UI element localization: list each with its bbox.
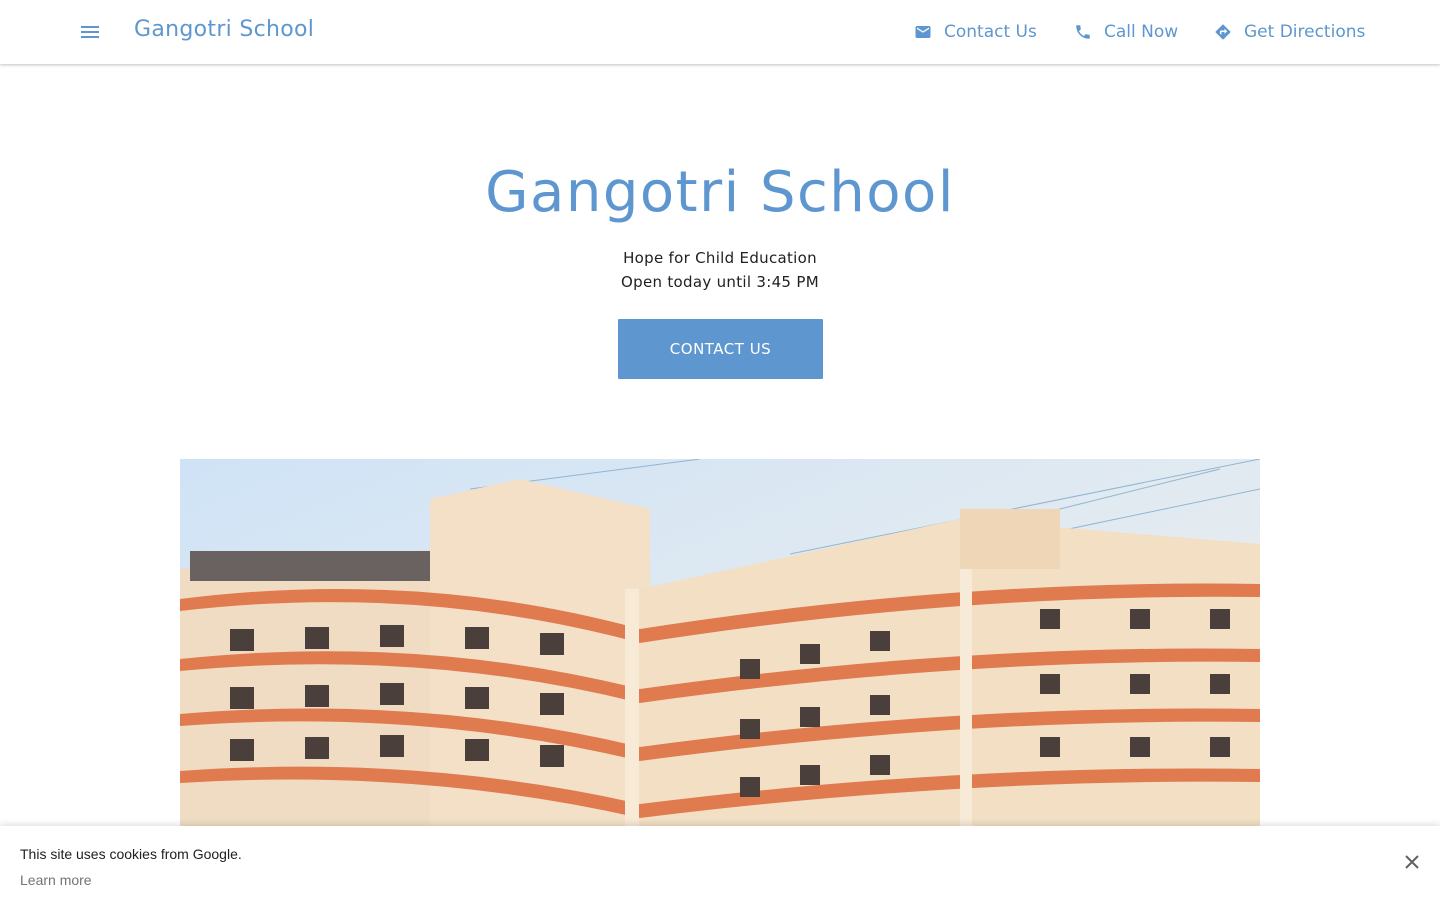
nav-call-now-label: Call Now: [1104, 22, 1179, 42]
directions-icon: [1215, 24, 1231, 40]
cookie-message: This site uses cookies from Google.: [20, 846, 242, 862]
opening-hours: Open today until 3:45 PM: [621, 273, 819, 291]
top-app-bar: Gangotri School Contact Us Call Now Get …: [0, 0, 1440, 64]
close-icon[interactable]: [1400, 850, 1424, 874]
menu-icon[interactable]: [76, 18, 104, 46]
hero-title: Gangotri School: [485, 160, 955, 225]
learn-more-link[interactable]: Learn more: [20, 872, 92, 888]
nav-contact-us-label: Contact Us: [944, 22, 1037, 42]
nav-contact-us[interactable]: Contact Us: [914, 20, 1037, 44]
phone-icon: [1076, 25, 1090, 39]
site-brand[interactable]: Gangotri School: [134, 17, 314, 42]
nav-call-now[interactable]: Call Now: [1074, 20, 1178, 44]
contact-us-button[interactable]: CONTACT US: [618, 319, 823, 379]
hero-tagline: Hope for Child Education: [623, 249, 817, 267]
mail-icon: [915, 26, 931, 38]
cookie-banner: This site uses cookies from Google. Lear…: [0, 826, 1440, 900]
nav-get-directions[interactable]: Get Directions: [1214, 20, 1365, 44]
nav-get-directions-label: Get Directions: [1244, 22, 1366, 42]
